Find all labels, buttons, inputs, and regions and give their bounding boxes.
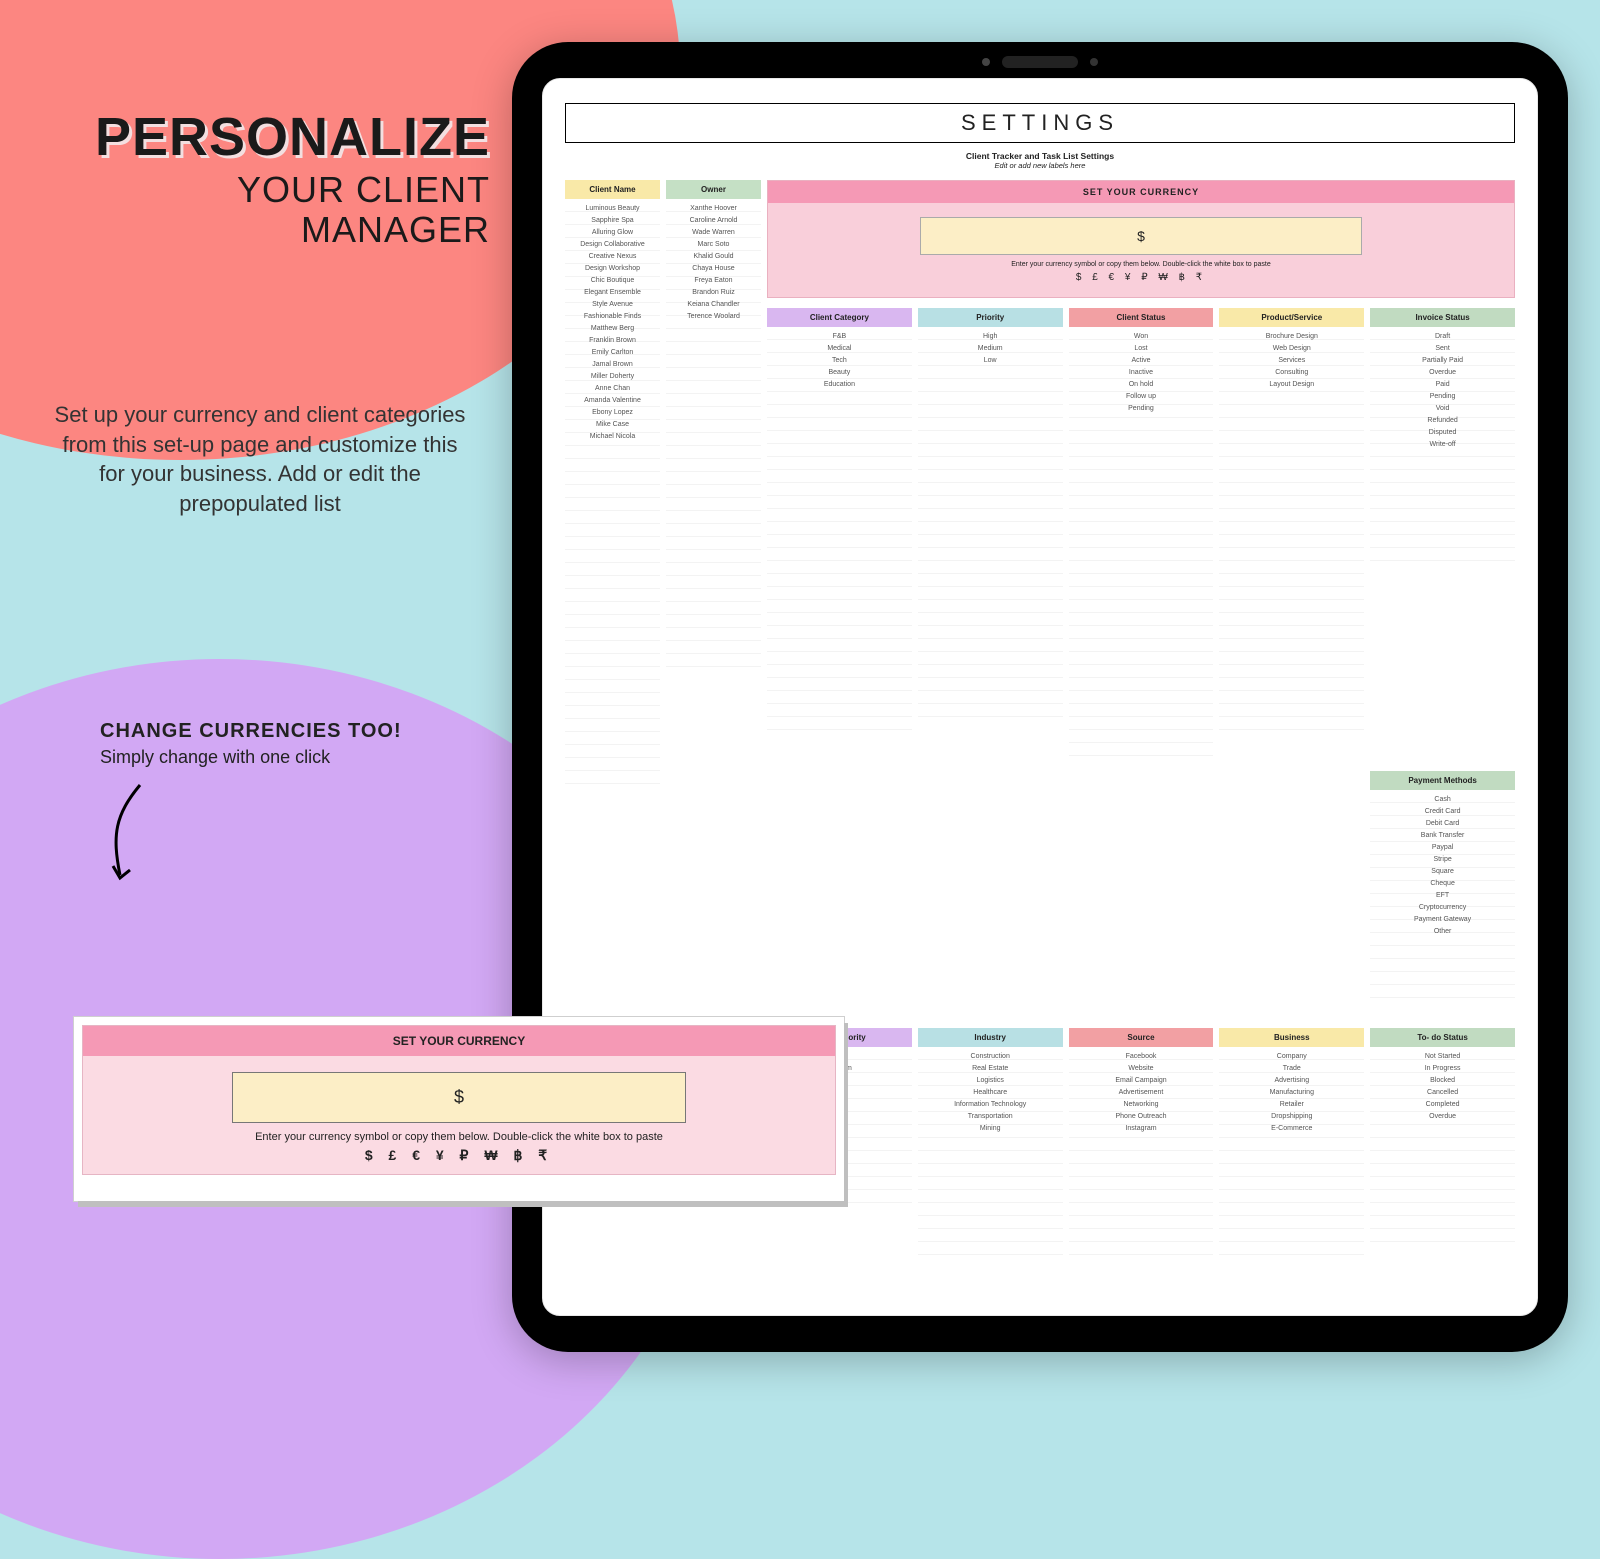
currency-body: $ Enter your currency symbol or copy the… [768, 203, 1514, 297]
lower-callout: CHANGE CURRENCIES TOO! Simply change wit… [100, 720, 402, 768]
col-industry[interactable]: Industry ConstructionReal EstateLogistic… [918, 1028, 1063, 1255]
currency-symbols[interactable]: $ £ € ¥ ₽ ₩ ฿ ₹ [784, 272, 1498, 283]
col-invoice-status[interactable]: Invoice Status DraftSentPartially PaidOv… [1370, 308, 1515, 765]
col-priority[interactable]: Priority HighMediumLow [918, 308, 1063, 765]
body-client-status[interactable]: WonLostActiveInactiveOn holdFollow upPen… [1069, 327, 1214, 765]
currency-input[interactable]: $ [920, 217, 1363, 255]
right-side: SET YOUR CURRENCY $ Enter your currency … [767, 180, 1515, 1255]
hdr-priority: Priority [918, 308, 1063, 327]
hero-subtitle: YOUR CLIENT MANAGER [70, 170, 490, 249]
row2: To-Do Priority HighMediumLow Industry Co… [767, 1028, 1515, 1255]
body-product[interactable]: Brochure DesignWeb DesignServicesConsult… [1219, 327, 1364, 741]
hero-title: PERSONALIZE [70, 110, 490, 164]
hdr-source: Source [1069, 1028, 1214, 1047]
hdr-owner: Owner [666, 180, 761, 199]
col-client-category[interactable]: Client Category F&BMedicalTechBeautyEduc… [767, 308, 912, 765]
hdr-client-status: Client Status [1069, 308, 1214, 327]
col-product[interactable]: Product/Service Brochure DesignWeb Desig… [1219, 308, 1364, 765]
arrow-icon [110, 780, 150, 890]
body-payment-methods[interactable]: CashCredit CardDebit CardBank TransferPa… [1370, 790, 1515, 998]
col-business[interactable]: Business CompanyTradeAdvertisingManufact… [1219, 1028, 1364, 1255]
lower-title: CHANGE CURRENCIES TOO! [100, 720, 402, 743]
hdr-industry: Industry [918, 1028, 1063, 1047]
hdr-business: Business [1219, 1028, 1364, 1047]
body-owner[interactable]: Xanthe HooverCaroline ArnoldWade WarrenM… [666, 199, 761, 673]
page-subtitle: Client Tracker and Task List Settings Ed… [565, 151, 1515, 170]
currency-hint: Enter your currency symbol or copy them … [784, 261, 1498, 268]
row-payment: Payment Methods CashCredit CardDebit Car… [767, 771, 1515, 998]
zoom-currency-body: $ Enter your currency symbol or copy the… [83, 1056, 835, 1174]
body-industry[interactable]: ConstructionReal EstateLogisticsHealthca… [918, 1047, 1063, 1255]
hdr-todo-status: To- do Status [1370, 1028, 1515, 1047]
zoom-currency-symbols[interactable]: $ £ € ¥ ₽ ₩ ฿ ₹ [93, 1147, 825, 1164]
hdr-client-name: Client Name [565, 180, 660, 199]
hdr-payment-methods: Payment Methods [1370, 771, 1515, 790]
currency-box: SET YOUR CURRENCY $ Enter your currency … [767, 180, 1515, 298]
subtitle-1: Client Tracker and Task List Settings [565, 151, 1515, 161]
mid-description: Set up your currency and client categori… [50, 400, 470, 519]
body-todo-status[interactable]: Not StartedIn ProgressBlockedCancelledCo… [1370, 1047, 1515, 1243]
zoom-currency-title: SET YOUR CURRENCY [83, 1026, 835, 1056]
hdr-invoice-status: Invoice Status [1370, 308, 1515, 327]
hero-text: PERSONALIZE YOUR CLIENT MANAGER [70, 110, 490, 249]
ipad-notch [1002, 56, 1078, 68]
subtitle-2: Edit or add new labels here [565, 161, 1515, 170]
hdr-product: Product/Service [1219, 308, 1364, 327]
page-title: SETTINGS [565, 103, 1515, 143]
col-client-status[interactable]: Client Status WonLostActiveInactiveOn ho… [1069, 308, 1214, 765]
body-client-category[interactable]: F&BMedicalTechBeautyEducation [767, 327, 912, 741]
col-todo-status[interactable]: To- do Status Not StartedIn ProgressBloc… [1370, 1028, 1515, 1255]
col-source[interactable]: Source FacebookWebsiteEmail CampaignAdve… [1069, 1028, 1214, 1255]
body-source[interactable]: FacebookWebsiteEmail CampaignAdvertiseme… [1069, 1047, 1214, 1255]
zoom-currency-hint: Enter your currency symbol or copy them … [93, 1131, 825, 1143]
zoom-currency-panel: SET YOUR CURRENCY $ Enter your currency … [74, 1017, 844, 1201]
body-client-name[interactable]: Luminous BeautySapphire SpaAlluring Glow… [565, 199, 660, 793]
body-business[interactable]: CompanyTradeAdvertisingManufacturingReta… [1219, 1047, 1364, 1255]
col-payment-methods[interactable]: Payment Methods CashCredit CardDebit Car… [1370, 771, 1515, 998]
zoom-currency-inner: SET YOUR CURRENCY $ Enter your currency … [82, 1025, 836, 1175]
row1: Client Category F&BMedicalTechBeautyEduc… [767, 308, 1515, 765]
body-priority[interactable]: HighMediumLow [918, 327, 1063, 717]
body-invoice-status[interactable]: DraftSentPartially PaidOverduePaidPendin… [1370, 327, 1515, 571]
hdr-client-category: Client Category [767, 308, 912, 327]
currency-title: SET YOUR CURRENCY [768, 181, 1514, 203]
lower-sub: Simply change with one click [100, 747, 402, 768]
zoom-currency-input[interactable]: $ [232, 1072, 686, 1123]
